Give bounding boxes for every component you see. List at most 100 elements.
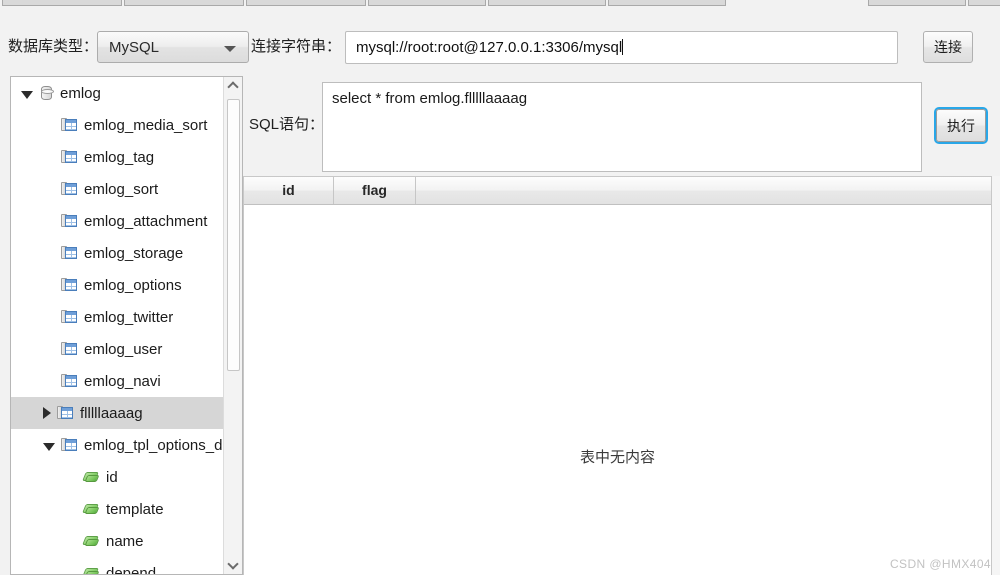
connection-toolbar: 数据库类型： MySQL 连接字符串： mysql://root:root@12… (0, 7, 1000, 71)
twisty-down-icon[interactable] (21, 90, 33, 99)
tree-node-label: emlog_tpl_options_d. (84, 436, 227, 454)
tree-node-label: emlog_user (84, 340, 163, 358)
tree-node[interactable]: emlog_tag (11, 141, 223, 173)
scroll-up-button[interactable] (224, 77, 242, 94)
grid-right-edge (991, 176, 1000, 575)
connection-string-value: mysql://root:root@127.0.0.1:3306/mysql (356, 39, 623, 56)
tree-node[interactable]: emlog_storage (11, 237, 223, 269)
column-icon (82, 470, 100, 485)
database-icon (39, 85, 54, 101)
result-grid-header: id flag (244, 177, 991, 205)
twisty-down-icon[interactable] (43, 442, 55, 451)
tree-node-label: template (106, 500, 164, 518)
tree-node-label: emlog_twitter (84, 308, 174, 326)
tree-node-label: emlog (60, 84, 101, 102)
tree-node[interactable]: id (11, 461, 223, 493)
connection-string-label: 连接字符串： (251, 38, 342, 55)
column-header-filler (416, 177, 991, 204)
twisty-right-icon[interactable] (43, 407, 51, 419)
result-grid-body[interactable]: 表中无内容 (244, 206, 991, 575)
column-icon (82, 502, 100, 517)
sql-label: SQL语句： (249, 116, 325, 133)
table-icon (61, 213, 78, 229)
execute-button[interactable]: 执行 (936, 109, 986, 142)
connect-button[interactable]: 连接 (923, 31, 973, 63)
table-icon (61, 341, 78, 357)
connection-string-input[interactable]: mysql://root:root@127.0.0.1:3306/mysql (345, 31, 898, 64)
tree-node[interactable]: template (11, 493, 223, 525)
tree-node-label: name (106, 532, 144, 550)
tab-segment[interactable] (488, 0, 606, 6)
tree-node[interactable]: depend (11, 557, 223, 575)
db-type-value: MySQL (109, 39, 160, 56)
top-tab-strip (0, 0, 1000, 7)
tree-node-label: emlog_options (84, 276, 182, 294)
table-icon (61, 373, 78, 389)
tab-segment[interactable] (368, 0, 486, 6)
table-icon (61, 309, 78, 325)
watermark: CSDN @HMX404 (889, 557, 991, 571)
tree-node-label: emlog_storage (84, 244, 184, 262)
text-caret (622, 39, 624, 55)
tree-node[interactable]: emlog_user (11, 333, 223, 365)
empty-table-message: 表中无内容 (579, 449, 655, 466)
db-type-label: 数据库类型： (8, 38, 99, 55)
table-icon (61, 117, 78, 133)
chevron-up-icon (227, 81, 239, 93)
tree-vertical-scrollbar[interactable] (223, 77, 242, 574)
scrollbar-thumb[interactable] (227, 99, 240, 371)
tree-node-label: depend (106, 564, 157, 575)
tree-node[interactable]: emlog_sort (11, 173, 223, 205)
column-header[interactable]: flag (334, 177, 416, 204)
tab-segment[interactable] (968, 0, 1000, 6)
connect-button-label: 连接 (934, 39, 962, 55)
tree-node[interactable]: emlog_twitter (11, 301, 223, 333)
tab-segment[interactable] (246, 0, 366, 6)
scroll-down-button[interactable] (224, 557, 242, 574)
chevron-down-icon (224, 46, 236, 52)
tree-node[interactable]: emlog_attachment (11, 205, 223, 237)
table-icon (57, 405, 74, 421)
app-window: 数据库类型： MySQL 连接字符串： mysql://root:root@12… (0, 0, 1000, 575)
tree-node[interactable]: emlog_tpl_options_d. (11, 429, 227, 461)
tree-node[interactable]: emlog_media_sort (11, 109, 223, 141)
tree-node-label: emlog_navi (84, 372, 161, 390)
column-header[interactable]: id (244, 177, 334, 204)
db-type-select[interactable]: MySQL (97, 31, 249, 63)
tree-node-label: emlog_attachment (84, 212, 208, 230)
database-tree: emlog emlog_media_sort emlog_tag emlog_sort… (11, 77, 227, 575)
chevron-down-icon (227, 558, 239, 570)
sql-value: select * from emlog.flllllaaaag (332, 90, 528, 107)
execute-button-label: 执行 (947, 118, 975, 134)
tree-node[interactable]: emlog_navi (11, 365, 223, 397)
tab-segment[interactable] (868, 0, 966, 6)
sql-input[interactable]: select * from emlog.flllllaaaag (322, 82, 922, 172)
tree-node-label: emlog_sort (84, 180, 159, 198)
database-tree-panel[interactable]: emlog emlog_media_sort emlog_tag emlog_sort… (10, 76, 243, 575)
column-icon (82, 566, 100, 574)
tab-segment[interactable] (124, 0, 244, 6)
tree-node-label: emlog_media_sort (84, 116, 208, 134)
tree-node[interactable]: flllllaaaag (11, 397, 223, 429)
tab-segment[interactable] (2, 0, 122, 6)
tree-node[interactable]: emlog_options (11, 269, 223, 301)
result-grid[interactable]: id flag 表中无内容 (243, 176, 991, 575)
tree-node[interactable]: name (11, 525, 223, 557)
tab-segment[interactable] (608, 0, 726, 6)
tree-node-label: id (106, 468, 118, 486)
tree-node[interactable]: emlog (11, 77, 223, 109)
table-icon (61, 437, 78, 453)
